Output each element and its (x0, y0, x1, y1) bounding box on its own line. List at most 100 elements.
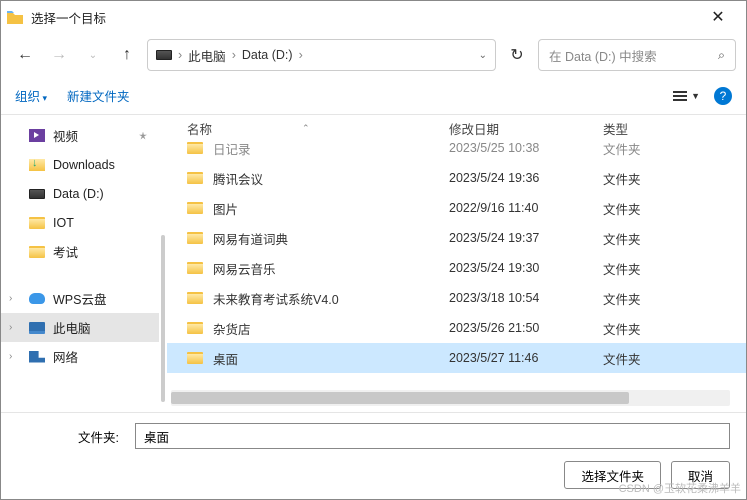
file-pane: 名称 ⌃ 修改日期 类型 日记录 2023/5/25 10:38 文件夹 腾讯会议… (167, 115, 746, 412)
file-name: 网易云音乐 (213, 259, 276, 278)
dialog-window: 选择一个目标 ✕ ← → ⌄ ↑ › 此电脑 › Data (D:) › ⌄ ↻… (0, 0, 747, 500)
expand-icon[interactable]: › (9, 293, 12, 304)
new-folder-button[interactable]: 新建文件夹 (67, 86, 130, 105)
folder-label: 文件夹: (17, 427, 125, 446)
recent-dropdown[interactable]: ⌄ (79, 41, 107, 69)
view-button[interactable]: ▼ (673, 91, 700, 101)
download-icon (29, 159, 45, 171)
folder-icon (187, 292, 203, 304)
sidebar-tree-item[interactable]: › 此电脑 (1, 313, 159, 342)
sidebar-tree-item[interactable]: › WPS云盘 (1, 284, 159, 313)
close-button[interactable]: ✕ (696, 7, 740, 27)
scrollbar-thumb[interactable] (171, 392, 629, 404)
column-headers[interactable]: 名称 ⌃ 修改日期 类型 (167, 115, 746, 141)
network-icon (29, 351, 45, 363)
file-type: 文件夹 (603, 289, 746, 308)
sidebar-tree-item[interactable]: › 网络 (1, 342, 159, 371)
forward-button[interactable]: → (45, 41, 73, 69)
dialog-title: 选择一个目标 (31, 8, 696, 27)
cloud-icon (29, 293, 45, 304)
file-row[interactable]: 未来教育考试系统V4.0 2023/3/18 10:54 文件夹 (167, 283, 746, 313)
drive-icon (29, 189, 45, 199)
file-date: 2023/5/24 19:37 (449, 231, 603, 245)
file-row[interactable]: 日记录 2023/5/25 10:38 文件夹 (167, 141, 746, 163)
file-row[interactable]: 杂货店 2023/5/26 21:50 文件夹 (167, 313, 746, 343)
body: 视频 DownloadsData (D:) IOT 考试 › WPS云盘 › 此电脑 › 网络 名… (1, 115, 746, 412)
splitter[interactable] (159, 115, 167, 412)
toolbar: 组织 新建文件夹 ▼ ? (1, 77, 746, 115)
file-row[interactable]: 网易云音乐 2023/5/24 19:30 文件夹 (167, 253, 746, 283)
address-dropdown-icon[interactable]: ⌄ (479, 50, 487, 61)
file-name: 未来教育考试系统V4.0 (213, 289, 339, 308)
breadcrumb-sep: › (178, 48, 182, 62)
sidebar: 视频 DownloadsData (D:) IOT 考试 › WPS云盘 › 此电脑 › 网络 (1, 115, 159, 412)
sidebar-item-label: 此电脑 (53, 318, 91, 337)
file-row[interactable]: 网易有道词典 2023/5/24 19:37 文件夹 (167, 223, 746, 253)
folder-icon (187, 232, 203, 244)
expand-icon[interactable]: › (9, 351, 12, 362)
file-name: 桌面 (213, 349, 238, 368)
organize-button[interactable]: 组织 (15, 86, 47, 105)
up-button[interactable]: ↑ (113, 41, 141, 69)
watermark: CSDN @玉软花柔沸羊羊 (619, 480, 741, 496)
file-row[interactable]: 图片 2022/9/16 11:40 文件夹 (167, 193, 746, 223)
file-date: 2022/9/16 11:40 (449, 201, 603, 215)
folder-icon (187, 262, 203, 274)
help-button[interactable]: ? (714, 87, 732, 105)
sidebar-item[interactable]: Data (D:) (1, 179, 159, 208)
sidebar-item-label: 考试 (53, 242, 78, 261)
folder-input[interactable] (135, 423, 730, 449)
sidebar-item[interactable]: IOT (1, 208, 159, 237)
titlebar[interactable]: 选择一个目标 ✕ (1, 1, 746, 33)
file-type: 文件夹 (603, 199, 746, 218)
folder-icon (7, 11, 23, 24)
file-list[interactable]: 日记录 2023/5/25 10:38 文件夹 腾讯会议 2023/5/24 1… (167, 141, 746, 388)
file-date: 2023/5/24 19:30 (449, 261, 603, 275)
sidebar-item-label: IOT (53, 216, 74, 230)
file-type: 文件夹 (603, 349, 746, 368)
file-date: 2023/5/25 10:38 (449, 141, 603, 155)
folder-icon (187, 322, 203, 334)
file-name: 日记录 (213, 141, 251, 158)
horizontal-scrollbar[interactable] (171, 390, 730, 406)
file-date: 2023/3/18 10:54 (449, 291, 603, 305)
folder-icon (187, 142, 203, 154)
expand-icon[interactable]: › (9, 322, 12, 333)
sidebar-item-label: WPS云盘 (53, 289, 106, 308)
sidebar-item[interactable]: 考试 (1, 237, 159, 266)
navbar: ← → ⌄ ↑ › 此电脑 › Data (D:) › ⌄ ↻ 在 Data (… (1, 33, 746, 77)
search-placeholder: 在 Data (D:) 中搜索 (549, 46, 657, 65)
sidebar-item[interactable]: 视频 (1, 121, 159, 150)
sidebar-item-label: 视频 (53, 126, 78, 145)
sidebar-item[interactable]: Downloads (1, 150, 159, 179)
address-bar[interactable]: › 此电脑 › Data (D:) › ⌄ (147, 39, 496, 71)
file-date: 2023/5/24 19:36 (449, 171, 603, 185)
search-input[interactable]: 在 Data (D:) 中搜索 ⌕ (538, 39, 736, 71)
sidebar-item-label: 网络 (53, 347, 78, 366)
breadcrumb-pc[interactable]: 此电脑 (188, 46, 226, 65)
drive-icon (156, 50, 172, 60)
refresh-button[interactable]: ↻ (502, 41, 532, 69)
search-icon: ⌕ (718, 48, 725, 63)
back-button[interactable]: ← (11, 41, 39, 69)
file-type: 文件夹 (603, 141, 746, 158)
folder-icon (187, 172, 203, 184)
col-date[interactable]: 修改日期 (449, 119, 603, 138)
file-type: 文件夹 (603, 169, 746, 188)
breadcrumb-sep: › (232, 48, 236, 62)
folder-icon (187, 202, 203, 214)
folder-icon (187, 352, 203, 364)
breadcrumb-drive[interactable]: Data (D:) (242, 48, 293, 62)
file-row[interactable]: 腾讯会议 2023/5/24 19:36 文件夹 (167, 163, 746, 193)
file-type: 文件夹 (603, 229, 746, 248)
breadcrumb-sep: › (299, 48, 303, 62)
col-name[interactable]: 名称 (187, 119, 212, 138)
file-row[interactable]: 桌面 2023/5/27 11:46 文件夹 (167, 343, 746, 373)
col-type[interactable]: 类型 (603, 119, 746, 138)
folder-icon (29, 246, 45, 258)
folder-icon (29, 217, 45, 229)
sort-icon: ⌃ (302, 123, 310, 134)
file-name: 图片 (213, 199, 238, 218)
file-name: 腾讯会议 (213, 169, 263, 188)
video-icon (29, 129, 45, 142)
